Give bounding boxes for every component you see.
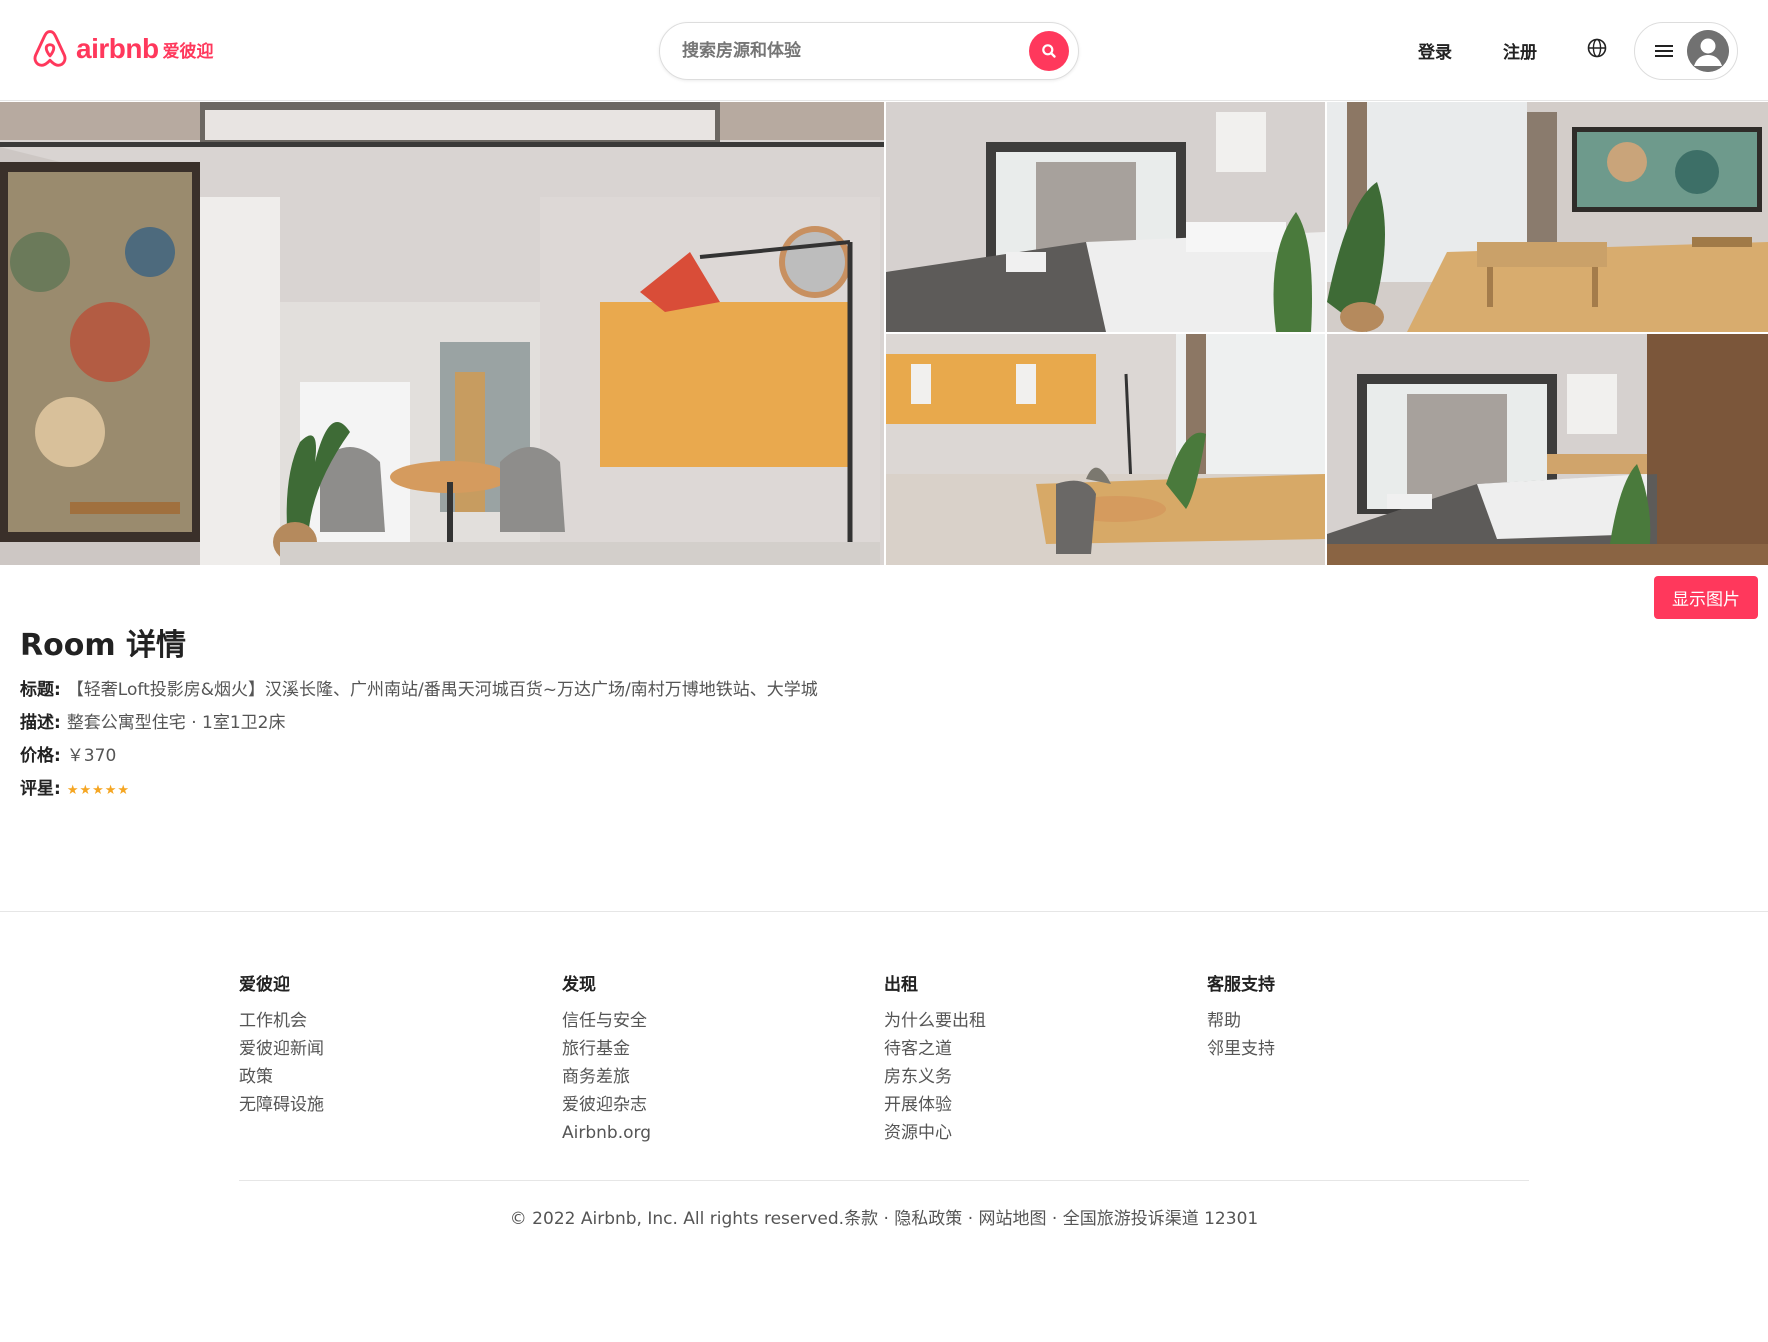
rating-row: 评星: ★★★★★ (20, 773, 818, 806)
price-row: 价格: ￥370 (20, 740, 818, 773)
footer-link-business-travel[interactable]: 商务差旅 (562, 1063, 651, 1091)
gallery-photo-3[interactable] (886, 334, 1325, 565)
photo-gallery (0, 102, 1768, 565)
price-value: ￥370 (66, 746, 117, 766)
footer-column-discover: 发现 信任与安全 旅行基金 商务差旅 爱彼迎杂志 Airbnb.org (562, 970, 651, 1147)
footer-link-neighborhood-support[interactable]: 邻里支持 (1207, 1035, 1275, 1063)
footer-link-airbnb-org[interactable]: Airbnb.org (562, 1119, 651, 1147)
footer-divider (0, 911, 1768, 912)
register-link[interactable]: 注册 (1503, 38, 1537, 63)
top-navbar: airbnb 爱彼迎 登录 注册 (0, 0, 1768, 101)
search-icon (1042, 44, 1056, 58)
description-value: 整套公寓型住宅 · 1室1卫2床 (66, 713, 286, 733)
rating-label: 评星: (20, 779, 61, 799)
globe-icon (1587, 38, 1607, 58)
airbnb-logo[interactable]: airbnb 爱彼迎 (30, 28, 214, 70)
footer-link-host-experience[interactable]: 开展体验 (884, 1091, 986, 1119)
description-label: 描述: (20, 713, 61, 733)
language-button[interactable] (1587, 38, 1607, 62)
footer-link-why-host[interactable]: 为什么要出租 (884, 1007, 986, 1035)
show-photos-button[interactable]: 显示图片 (1654, 576, 1758, 619)
footer-link-magazine[interactable]: 爱彼迎杂志 (562, 1091, 651, 1119)
footer-link-trust-safety[interactable]: 信任与安全 (562, 1007, 651, 1035)
room-details: Room 详情 标题: 【轻奢Loft投影房&烟火】汉溪长隆、广州南站/番禺天河城… (20, 620, 818, 806)
title-value: 【轻奢Loft投影房&烟火】汉溪长隆、广州南站/番禺天河城百货~万达广场/南村万… (66, 680, 818, 700)
footer-column-airbnb: 爱彼迎 工作机会 爱彼迎新闻 政策 无障碍设施 (239, 970, 324, 1119)
footer-link-travel-credit[interactable]: 旅行基金 (562, 1035, 651, 1063)
login-link[interactable]: 登录 (1418, 38, 1452, 63)
gallery-photo-4[interactable] (1327, 334, 1768, 565)
price-label: 价格: (20, 746, 61, 766)
footer-column-title: 出租 (884, 975, 918, 995)
footer-link-resource-center[interactable]: 资源中心 (884, 1119, 986, 1147)
title-row: 标题: 【轻奢Loft投影房&烟火】汉溪长隆、广州南站/番禺天河城百货~万达广场/… (20, 674, 818, 707)
copyright-text: © 2022 Airbnb, Inc. All rights reserved.… (509, 1209, 1259, 1229)
footer-link-policies[interactable]: 政策 (239, 1063, 324, 1091)
avatar (1687, 30, 1729, 72)
description-row: 描述: 整套公寓型住宅 · 1室1卫2床 (20, 707, 818, 740)
footer-column-title: 发现 (562, 975, 596, 995)
title-label: 标题: (20, 680, 61, 700)
footer-bottom-divider (239, 1180, 1529, 1181)
footer-link-host-duties[interactable]: 房东义务 (884, 1063, 986, 1091)
search-button[interactable] (1029, 31, 1069, 71)
search-input[interactable] (682, 41, 1002, 61)
page-title: Room 详情 (20, 628, 187, 663)
gallery-photo-2[interactable] (1327, 102, 1768, 332)
footer-column-title: 爱彼迎 (239, 975, 290, 995)
user-menu-button[interactable] (1634, 22, 1738, 80)
main-photo[interactable] (0, 102, 884, 565)
footer-link-hospitality[interactable]: 待客之道 (884, 1035, 986, 1063)
footer-column-support: 客服支持 帮助 邻里支持 (1207, 970, 1275, 1063)
gallery-photo-1[interactable] (886, 102, 1325, 332)
star-rating-icon: ★★★★★ (66, 783, 131, 798)
footer-column-title: 客服支持 (1207, 975, 1275, 995)
user-avatar-icon (1687, 30, 1729, 72)
logo-cn-text: 爱彼迎 (162, 41, 214, 62)
hamburger-menu-icon (1655, 45, 1673, 57)
airbnb-logo-icon (33, 30, 67, 67)
footer-column-hosting: 出租 为什么要出租 待客之道 房东义务 开展体验 资源中心 (884, 970, 986, 1147)
footer-link-help[interactable]: 帮助 (1207, 1007, 1275, 1035)
footer-link-accessibility[interactable]: 无障碍设施 (239, 1091, 324, 1119)
footer-link-news[interactable]: 爱彼迎新闻 (239, 1035, 324, 1063)
logo-text: airbnb (76, 33, 159, 64)
footer-link-careers[interactable]: 工作机会 (239, 1007, 324, 1035)
search-bar[interactable] (659, 22, 1079, 80)
